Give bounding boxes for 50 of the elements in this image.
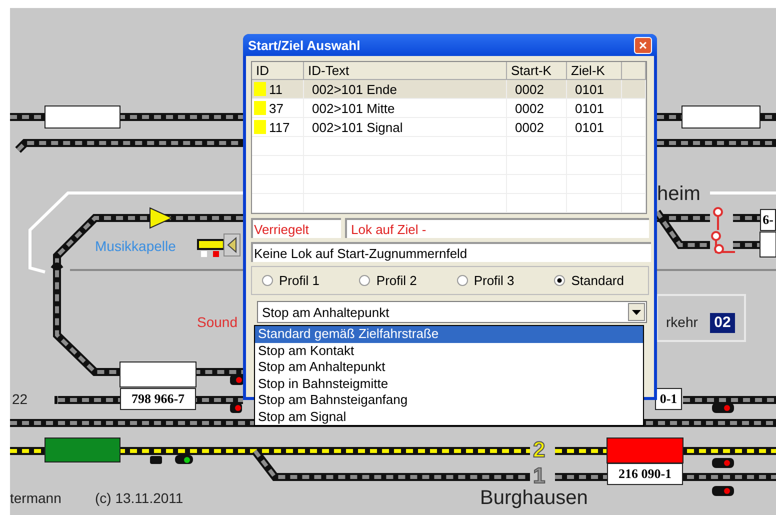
train-number-field: 0-1 (655, 388, 682, 410)
layout-label: (c) 13.11.2011 (95, 490, 184, 506)
layout-label: heim (657, 183, 700, 206)
radio-circle[interactable] (262, 275, 273, 286)
table-cell: 002>101 Signal (312, 120, 403, 134)
message-field: Keine Lok auf Start-Zugnummernfeld (251, 242, 651, 262)
radio-circle[interactable] (359, 275, 370, 286)
table-cell: 0101 (575, 120, 604, 134)
train-number-field: 6- (760, 209, 776, 231)
dropdown-option[interactable]: Stop am Signal (255, 408, 643, 425)
table-cell: 0002 (515, 120, 544, 134)
table-cell: 0101 (575, 100, 604, 116)
table-cell: 0002 (515, 100, 544, 116)
dropdown-option[interactable]: Stop in Bahnsteigmitte (255, 376, 643, 392)
profile-radio[interactable]: Profil 3 (456, 273, 514, 288)
table-cell: 0002 (515, 82, 544, 96)
target-status-field: Lok auf Ziel - (345, 218, 649, 238)
layout-label: rkehr (666, 314, 698, 330)
table-row[interactable]: 11 002>101 Ende 0002 0101 (252, 80, 646, 99)
track-counter: 02 (710, 313, 735, 333)
table-cell: 37 (269, 100, 284, 116)
layout-label: Musikkapelle (95, 238, 176, 254)
table-cell: 117 (269, 120, 290, 134)
dropdown-option[interactable]: Stop am Kontakt (255, 342, 643, 359)
lock-status-field: Verriegelt (251, 218, 341, 238)
profile-radio[interactable]: Standard (554, 273, 624, 288)
table-cell: 002>101 Mitte (312, 100, 395, 116)
table-row[interactable]: 37 002>101 Mitte 0002 0101 (252, 99, 646, 118)
profile-radio[interactable]: Profil 1 (262, 273, 320, 288)
radio-circle[interactable] (456, 275, 468, 286)
layout-label: Burghausen (480, 487, 588, 510)
table-cell: 11 (269, 82, 282, 96)
dropdown-option[interactable]: Stop am Anhaltepunkt (255, 359, 643, 376)
stop-mode-dropdown[interactable]: Stop am Anhaltepunkt (257, 301, 647, 323)
layout-label: termann (10, 490, 62, 506)
dropdown-option[interactable]: Stop am Bahnsteiganfang (255, 392, 643, 408)
window-title: Start/Ziel Auswahl (248, 38, 360, 52)
layout-label: 2 (533, 437, 546, 463)
layout-label: Sound (197, 314, 238, 330)
layout-label: 22 (12, 391, 28, 407)
dropdown-option[interactable]: Standard gemäß Zielfahrstraße (255, 326, 643, 342)
table-row[interactable]: 117 002>101 Signal 0002 0101 (252, 118, 646, 137)
table-cell: 002>101 Ende (312, 82, 397, 96)
close-button[interactable]: × (634, 36, 652, 54)
layout-label: 1 (533, 463, 546, 489)
profile-radio[interactable]: Profil 2 (359, 273, 417, 288)
radio-circle[interactable] (554, 275, 566, 286)
train-number-field: 798 966-7 (120, 388, 196, 410)
train-number-field: 216 090-1 (607, 463, 683, 485)
table-cell: 0101 (575, 82, 604, 96)
